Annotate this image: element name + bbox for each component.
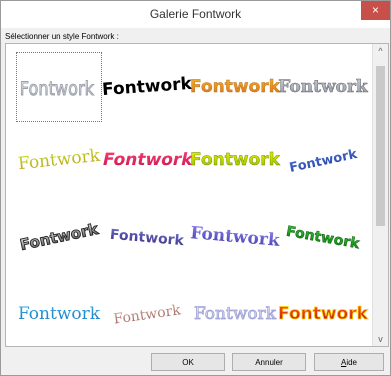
fontwork-style-item-1[interactable]: Fontwork [16, 52, 102, 122]
fontwork-preview-text: Fontwork [194, 304, 277, 324]
fontwork-preview-text: Fontwork [113, 302, 183, 327]
fontwork-preview-text: Fontwork [17, 146, 101, 175]
fontwork-preview-11: Fontwork [190, 223, 282, 251]
fontwork-preview-16: Fontwork [278, 304, 369, 325]
fontwork-preview-text: Fontwork [109, 227, 185, 249]
fontwork-preview-text: Fontwork [101, 74, 193, 100]
fontwork-preview-text: Fontwork [20, 79, 95, 100]
fontwork-preview-text: Fontwork [18, 304, 101, 324]
fontwork-preview-12: Fontwork [285, 223, 362, 253]
fontwork-preview-5: Fontwork [17, 146, 101, 175]
fontwork-style-item-10[interactable]: Fontwork [104, 202, 190, 272]
fontwork-style-item-6[interactable]: Fontwork [101, 125, 196, 195]
style-selection-label: Sélectionner un style Fontwork : [5, 32, 119, 41]
fontwork-style-item-13[interactable]: Fontwork [16, 279, 102, 346]
fontwork-preview-13: Fontwork [18, 304, 101, 324]
fontwork-preview-4: Fontwork [278, 77, 369, 98]
dialog-title: Galerie Fontwork [149, 7, 242, 21]
fontwork-style-item-7[interactable]: Fontwork [190, 125, 281, 195]
fontwork-preview-text: Fontwork [285, 224, 361, 253]
fontwork-preview-text: Fontwork [101, 150, 196, 170]
title-bar: Galerie Fontwork × [1, 1, 390, 28]
fontwork-preview-9: Fontwork [18, 219, 101, 254]
scroll-up-button[interactable]: ^ [373, 44, 388, 58]
fontwork-gallery-dialog: Galerie Fontwork × Sélectionner un style… [0, 0, 391, 376]
help-label-rest: ide [346, 358, 358, 367]
vertical-scrollbar[interactable]: ^ v [372, 44, 388, 346]
fontwork-preview-text: Fontwork [190, 223, 282, 251]
fontwork-preview-6: Fontwork [101, 150, 196, 170]
fontwork-preview-text: Fontwork [278, 304, 369, 324]
fontwork-preview-text: Fontwork [278, 77, 369, 97]
fontwork-style-item-14[interactable]: Fontwork [104, 279, 190, 346]
ok-button[interactable]: OK [151, 353, 225, 371]
close-button[interactable]: × [361, 1, 390, 20]
fontwork-style-item-15[interactable]: Fontwork [192, 279, 278, 346]
fontwork-preview-1: Fontwork [19, 79, 95, 101]
fontwork-preview-text: Fontwork [190, 77, 281, 97]
fontwork-preview-text: Fontwork [18, 220, 100, 254]
fontwork-preview-14: Fontwork [113, 302, 183, 327]
fontwork-style-item-8[interactable]: Fontwork [280, 125, 366, 195]
fontwork-preview-3: Fontwork [190, 77, 281, 97]
fontwork-style-item-16[interactable]: Fontwork [278, 279, 369, 346]
fontwork-style-item-9[interactable]: Fontwork [16, 202, 102, 272]
fontwork-preview-text: Fontwork [190, 150, 281, 170]
fontwork-preview-8: Fontwork [288, 147, 359, 176]
fontwork-style-item-2[interactable]: Fontwork [101, 52, 193, 122]
fontwork-style-item-12[interactable]: Fontwork [280, 202, 366, 272]
cancel-button[interactable]: Annuler [232, 353, 306, 371]
fontwork-preview-15: Fontwork [194, 304, 278, 325]
fontwork-style-gallery[interactable]: Fontwork Fontwork Fontwork Fontwork Fontwork… [5, 43, 389, 347]
help-button[interactable]: Aide [314, 353, 384, 371]
fontwork-style-item-11[interactable]: Fontwork [190, 202, 282, 272]
fontwork-preview-2: Fontwork [101, 74, 193, 100]
fontwork-style-item-3[interactable]: Fontwork [190, 52, 281, 122]
fontwork-preview-text: Fontwork [288, 147, 359, 176]
fontwork-preview-7: Fontwork [190, 150, 281, 170]
scrollbar-thumb[interactable] [376, 66, 385, 226]
fontwork-preview-10: Fontwork [109, 227, 185, 249]
fontwork-style-item-5[interactable]: Fontwork [16, 125, 102, 195]
fontwork-style-item-4[interactable]: Fontwork [278, 52, 369, 122]
scroll-down-button[interactable]: v [373, 332, 388, 346]
